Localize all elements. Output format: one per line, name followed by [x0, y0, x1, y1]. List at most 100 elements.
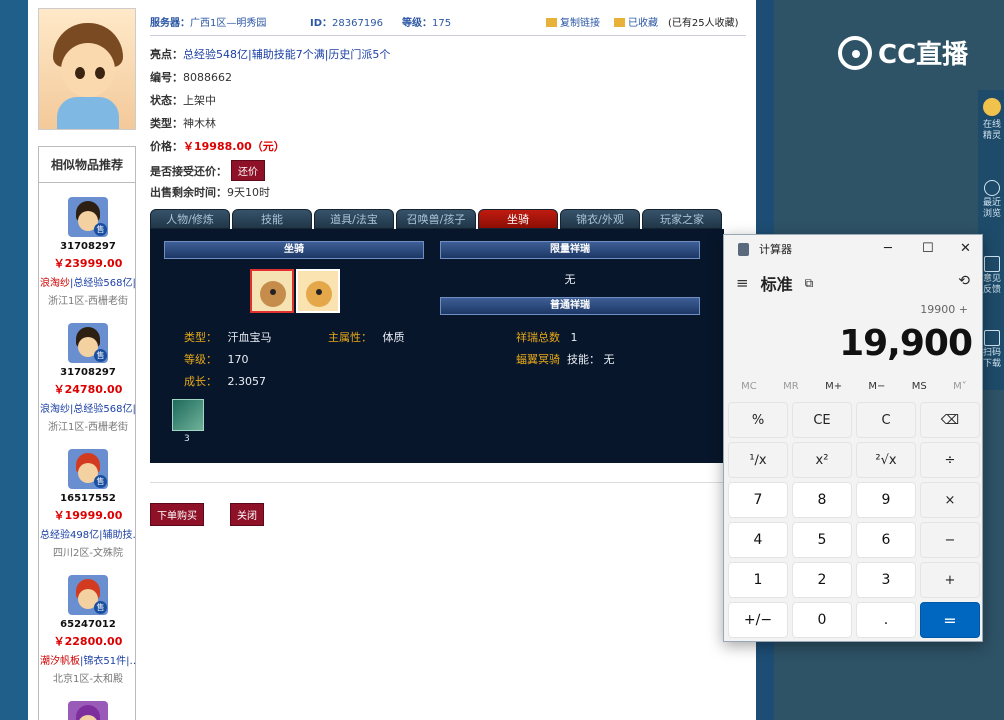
mount-sheep-icon[interactable]	[296, 269, 340, 313]
mount-skill-icon[interactable]	[172, 399, 204, 431]
calculator-titlebar: 计算器	[724, 235, 982, 263]
calculator-expression: 19900 +	[920, 303, 968, 316]
digit-1-key[interactable]: 1	[728, 562, 788, 598]
negate-key[interactable]: +∕−	[728, 602, 788, 638]
subtract-key[interactable]: −	[920, 522, 980, 558]
normal-section-title: 普通祥瑞	[440, 297, 700, 315]
similar-item-desc[interactable]: 潮汐帆板|锦衣51件|…	[40, 652, 136, 667]
calculator-mode: 标准	[760, 275, 793, 294]
multiply-key[interactable]: ×	[920, 482, 980, 518]
sqrt-key[interactable]: ²√x	[856, 442, 916, 478]
digit-8-key[interactable]: 8	[792, 482, 852, 518]
mc-button[interactable]: MC	[741, 381, 757, 392]
m-plus-button[interactable]: M+	[825, 381, 842, 392]
limited-value: 无	[564, 273, 576, 286]
collect-button[interactable]: 已收藏	[614, 14, 658, 29]
similar-item-desc[interactable]: 浪淘纱|总经验568亿|…	[40, 400, 136, 415]
mount-main-attr: 主属性： 体质	[328, 331, 405, 344]
tab-summons[interactable]: 召唤兽/孩子	[396, 209, 476, 229]
similar-item[interactable]: 售 65247012 ￥22800.00 潮汐帆板|锦衣51件|… 北京1区-太…	[39, 575, 137, 685]
status-row: 状态：上架中	[150, 94, 216, 107]
digit-7-key[interactable]: 7	[728, 482, 788, 518]
similar-item-price: ￥22800.00	[53, 635, 123, 648]
counter-offer-button[interactable]: 还价	[231, 160, 265, 181]
close-button[interactable]: 关闭	[230, 503, 264, 526]
ce-key[interactable]: CE	[792, 402, 852, 438]
mount-level: 等级： 170	[184, 353, 249, 366]
keep-on-top-icon[interactable]: ⧉	[805, 276, 814, 291]
copy-link-button[interactable]: 复制链接	[546, 14, 600, 29]
window-close-icon[interactable]: ✕	[960, 241, 971, 256]
divider	[150, 482, 746, 483]
backspace-key[interactable]: ⌫	[920, 402, 980, 438]
similar-item-thumbnail[interactable]: 售	[68, 575, 108, 615]
type-row: 类型：神木林	[150, 117, 216, 130]
digit-9-key[interactable]: 9	[856, 482, 916, 518]
memory-row: MC MR M+ M− MS M˅	[728, 381, 980, 392]
equals-key[interactable]: =	[920, 602, 980, 638]
clear-key[interactable]: C	[856, 402, 916, 438]
highlights-row: 亮点：总经验548亿|辅助技能7个满|历史门派5个	[150, 48, 391, 61]
maximize-icon[interactable]: ☐	[922, 241, 934, 256]
history-icon[interactable]: ⟲	[958, 273, 970, 289]
tab-items[interactable]: 道具/法宝	[314, 209, 394, 229]
similar-item-thumbnail[interactable]	[68, 701, 108, 720]
cc-feedback[interactable]: 意见反馈	[980, 256, 1004, 296]
copy-icon	[546, 18, 557, 27]
digit-6-key[interactable]: 6	[856, 522, 916, 558]
mr-button[interactable]: MR	[783, 381, 799, 392]
tab-skills[interactable]: 技能	[232, 209, 312, 229]
similar-item[interactable]: 售 31708297 ￥24780.00 浪淘纱|总经验568亿|… 浙江1区-…	[39, 323, 137, 433]
detail-tabs: 人物/修炼 技能 道具/法宝 召唤兽/孩子 坐骑 锦衣/外观 玩家之家	[150, 209, 730, 229]
cc-recent-browse[interactable]: 最近浏览	[980, 180, 1004, 220]
limited-section-title: 限量祥瑞	[440, 241, 700, 259]
mount-type: 类型： 汗血宝马	[184, 331, 272, 344]
digit-3-key[interactable]: 3	[856, 562, 916, 598]
highlights-value[interactable]: 总经验548亿|辅助技能7个满|历史门派5个	[183, 48, 390, 61]
tab-mounts[interactable]: 坐骑	[478, 209, 558, 229]
digit-2-key[interactable]: 2	[792, 562, 852, 598]
similar-item-thumbnail[interactable]: 售	[68, 323, 108, 363]
calculator-keypad: % CE C ⌫ ¹∕x x² ²√x ÷ 7 8 9 × 4 5 6 − 1 …	[728, 402, 980, 638]
reciprocal-key[interactable]: ¹∕x	[728, 442, 788, 478]
similar-item[interactable]: 售 16517552 ￥19999.00 总经验498亿|辅助技… 四川2区-文…	[39, 449, 137, 559]
square-key[interactable]: x²	[792, 442, 852, 478]
scan-icon	[984, 330, 1000, 346]
menu-icon[interactable]: ≡	[736, 274, 749, 292]
cc-logo-icon	[838, 35, 872, 70]
buy-button[interactable]: 下单购买	[150, 503, 204, 526]
ms-button[interactable]: MS	[912, 381, 927, 392]
cc-scan-download[interactable]: 扫码下载	[980, 330, 1004, 370]
spirit-avatar-icon	[983, 98, 1001, 116]
minimize-icon[interactable]: ─	[884, 241, 892, 256]
character-avatar	[38, 8, 136, 130]
similar-item-thumbnail[interactable]: 售	[68, 449, 108, 489]
similar-item-desc[interactable]: 浪淘纱|总经验568亿|…	[40, 274, 136, 289]
m-minus-button[interactable]: M−	[868, 381, 885, 392]
cc-online-spirit[interactable]: 在线精灵	[980, 98, 1004, 142]
serial-row: 编号：8088662	[150, 71, 232, 84]
digit-4-key[interactable]: 4	[728, 522, 788, 558]
calculator-modebar: ≡ 标准 ⧉	[736, 271, 813, 295]
mount-horse-icon[interactable]	[250, 269, 294, 313]
similar-item-thumbnail[interactable]: 售	[68, 197, 108, 237]
similar-item[interactable]: 售 31708297 ￥23999.00 浪淘纱|总经验568亿|… 浙江1区-…	[39, 197, 137, 307]
percent-key[interactable]: %	[728, 402, 788, 438]
similar-item-id: 65247012	[60, 619, 116, 630]
mount-growth: 成长： 2.3057	[184, 375, 266, 388]
tab-player-home[interactable]: 玩家之家	[642, 209, 722, 229]
tab-character[interactable]: 人物/修炼	[150, 209, 230, 229]
similar-item[interactable]	[39, 701, 137, 720]
similar-item-server: 北京1区-太和殿	[53, 674, 123, 685]
add-key[interactable]: +	[920, 562, 980, 598]
memory-list-button[interactable]: M˅	[953, 381, 967, 392]
tab-appearance[interactable]: 锦衣/外观	[560, 209, 640, 229]
calculator-app-icon	[738, 242, 749, 256]
digit-0-key[interactable]: 0	[792, 602, 852, 638]
similar-item-desc[interactable]: 总经验498亿|辅助技…	[40, 526, 136, 541]
decimal-key[interactable]: .	[856, 602, 916, 638]
divide-key[interactable]: ÷	[920, 442, 980, 478]
browser-left-edge	[0, 0, 28, 720]
digit-5-key[interactable]: 5	[792, 522, 852, 558]
similar-item-price: ￥24780.00	[53, 383, 123, 396]
